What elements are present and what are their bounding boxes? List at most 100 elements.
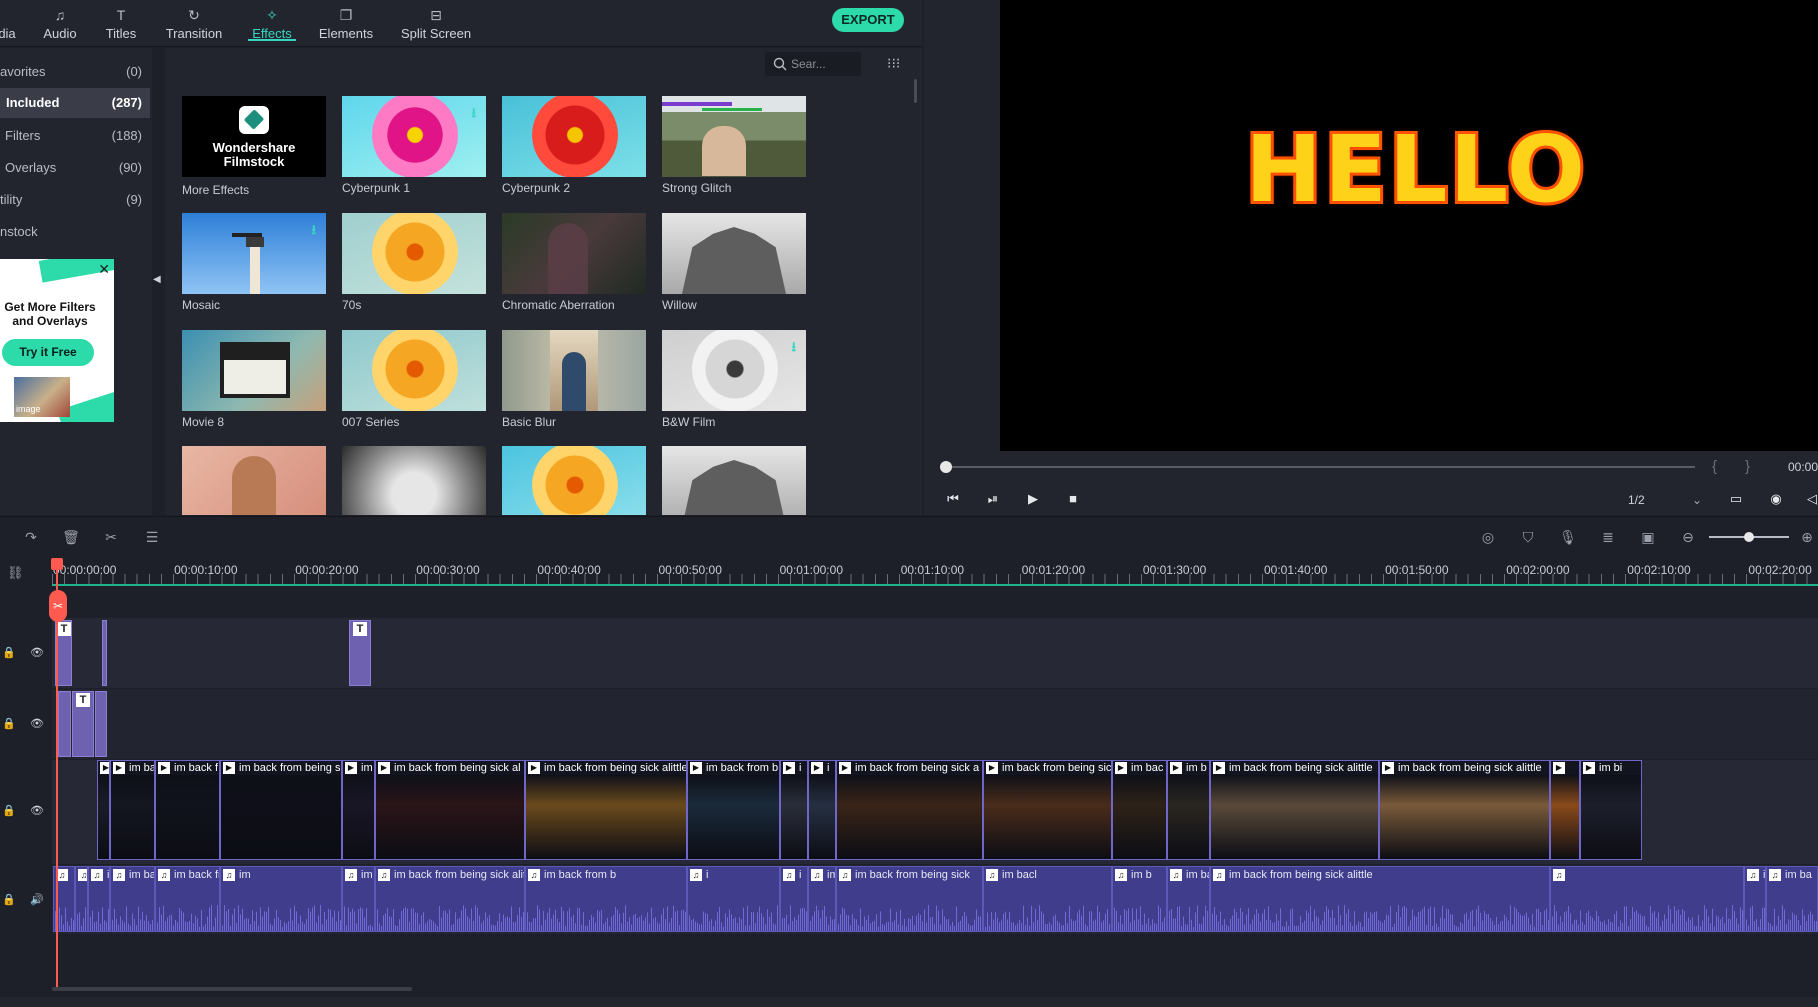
try-it-free-button[interactable]: Try it Free [2,339,94,366]
audio-clip[interactable]: ♫ im back from b [525,866,687,932]
mixer-icon[interactable]: ≣ [1598,528,1618,546]
audio-clip[interactable]: ♫ im back from being sick alittle [375,866,525,932]
timeline-horizontal-scrollbar[interactable] [52,987,412,991]
effect-card-cyberpunk-1[interactable]: ⭳ Cyberpunk 1 [342,96,486,208]
video-clip[interactable]: ▶ im back from being sick alittle [1210,760,1379,860]
video-clip[interactable]: ▶ im bac [1112,760,1167,860]
scissors-icon[interactable]: ✂ [49,590,67,622]
play-icon[interactable]: ▶ [1021,489,1045,509]
title-clip[interactable]: T [349,620,371,686]
category-favorites[interactable]: avorites (0) [0,57,150,87]
zoom-out-icon[interactable]: ⊖ [1678,528,1698,546]
effect-card-007-series[interactable]: 007 Series [342,330,486,442]
tab-titles[interactable]: T Titles [101,0,141,47]
marker-icon[interactable]: ⛉ [1518,528,1538,546]
audio-clip[interactable]: ♫ im back from being sick alt [342,866,375,932]
lock-icon[interactable]: 🔒 [2,717,16,730]
tab-transition[interactable]: ↻ Transition [162,0,226,47]
video-clip[interactable]: ▶ im back from being sick [983,760,1112,860]
export-button[interactable]: EXPORT [832,8,904,32]
lock-icon[interactable]: 🔒 [2,646,16,659]
tab-elements[interactable]: ❐ Elements [316,0,376,47]
audio-clip[interactable]: ♫i [687,866,780,932]
title-clip[interactable] [58,691,71,757]
effect-card-chromatic-aberration[interactable]: Chromatic Aberration [502,213,646,325]
category-filmstock[interactable]: nstock [0,217,150,247]
video-clip[interactable]: ▶ im back from being sick alittle [525,760,687,860]
download-icon[interactable]: ⭳ [791,338,796,360]
delete-icon[interactable]: 🗑 [61,528,81,546]
audio-clip[interactable]: ♫im ba [88,866,110,932]
tab-effects[interactable]: ✧ Effects [248,0,296,47]
video-clip[interactable]: ▶ im ba [110,760,155,860]
collapse-panel-arrow-icon[interactable]: ◀ [153,274,163,288]
tab-split-screen[interactable]: ⊟ Split Screen [400,0,472,47]
eye-icon[interactable]: 👁 [30,646,44,659]
audio-clip[interactable]: ♫ im bacl [983,866,1112,932]
effect-card[interactable] [342,446,486,515]
effect-card-70s[interactable]: 70s [342,213,486,325]
effect-card[interactable] [182,446,326,515]
audio-clip[interactable]: ♫ im back from being sick alittle [1210,866,1550,932]
speaker-icon[interactable]: 🔊 [30,893,44,906]
display-icon[interactable]: ▭ [1724,489,1748,509]
video-clip[interactable]: ▶ im b [1167,760,1210,860]
scrub-handle[interactable] [940,461,952,473]
audio-clip[interactable]: ♫ im back [110,866,155,932]
preview-canvas[interactable] [1000,0,1818,451]
effects-scrollbar[interactable] [914,79,917,103]
category-utility[interactable]: tility (9) [0,185,150,215]
title-clip[interactable] [102,620,107,686]
video-clip[interactable]: ▶ [1550,760,1580,860]
zoom-in-icon[interactable]: ⊕ [1797,528,1817,546]
audio-clip[interactable]: ♫ im back from being si [155,866,220,932]
video-clip[interactable]: ▶ i [808,760,836,860]
audio-clip[interactable]: ♫i [780,866,808,932]
redo-icon[interactable]: ↷ [21,528,41,546]
audio-clip[interactable]: ♫ im back from being sick al [808,866,836,932]
eye-icon[interactable]: 👁 [30,804,44,817]
video-clip[interactable]: ▶ im back from being si [220,760,342,860]
adjust-icon[interactable]: ☰ [142,528,162,546]
tab-media[interactable]: dia [0,0,18,47]
effect-card-mosaic[interactable]: ⭳ Mosaic [182,213,326,325]
zoom-slider-handle[interactable] [1744,532,1754,542]
audio-clip[interactable]: ♫ [1550,866,1744,932]
video-clip[interactable]: ▶ im bi [1580,760,1642,860]
video-clip[interactable]: ▶ im back f [155,760,220,860]
audio-clip[interactable]: ♫i [75,866,88,932]
effect-card-cyberpunk-2[interactable]: Cyberpunk 2 [502,96,646,208]
cut-icon[interactable]: ✂ [101,528,121,546]
download-icon[interactable]: ⭳ [471,104,476,126]
effect-card[interactable] [502,446,646,515]
video-clip[interactable]: ▶ im [342,760,375,860]
video-clip[interactable]: ▶ im back from being sick alittle [1379,760,1550,860]
playhead-handle[interactable] [51,558,63,570]
lock-icon[interactable]: 🔒 [2,893,16,906]
effect-card-basic-blur[interactable]: Basic Blur [502,330,646,442]
title-clip[interactable]: T [72,691,94,757]
render-icon[interactable]: ◎ [1478,528,1498,546]
video-clip[interactable]: ▶ im back from being sick a [836,760,983,860]
video-clip[interactable]: ▶ im back from b [687,760,780,860]
audio-clip[interactable]: ♫ im back from being sick [836,866,983,932]
effect-card-movie-8[interactable]: Movie 8 [182,330,326,442]
effect-card-more-effects[interactable]: Wondershare Filmstock More Effects [182,96,326,208]
video-clip[interactable]: ▶ [97,760,110,860]
title-clip[interactable] [95,691,107,757]
mark-in-icon[interactable]: { [1712,458,1717,475]
playhead[interactable] [56,558,58,988]
tab-audio[interactable]: ♫ Audio [40,0,80,47]
audio-clip[interactable]: ♫im ba [1766,866,1818,932]
video-clip[interactable]: ▶ i [780,760,808,860]
promo-banner[interactable]: ✕ Get More Filters and Overlays Try it F… [0,259,114,422]
download-icon[interactable]: ⭳ [311,221,316,243]
close-icon[interactable]: ✕ [98,261,110,278]
audio-clip[interactable]: ♫ir [1744,866,1766,932]
volume-icon[interactable]: ◁ [1800,489,1818,509]
preview-quality-select[interactable]: 1/2 ⌄ [1620,489,1710,511]
microphone-icon[interactable]: 🎙 [1558,528,1578,546]
video-clip[interactable]: ▶ im back from being sick al [375,760,525,860]
effect-card-willow[interactable]: Willow [662,213,806,325]
split-view-icon[interactable]: ▣ [1638,528,1658,546]
